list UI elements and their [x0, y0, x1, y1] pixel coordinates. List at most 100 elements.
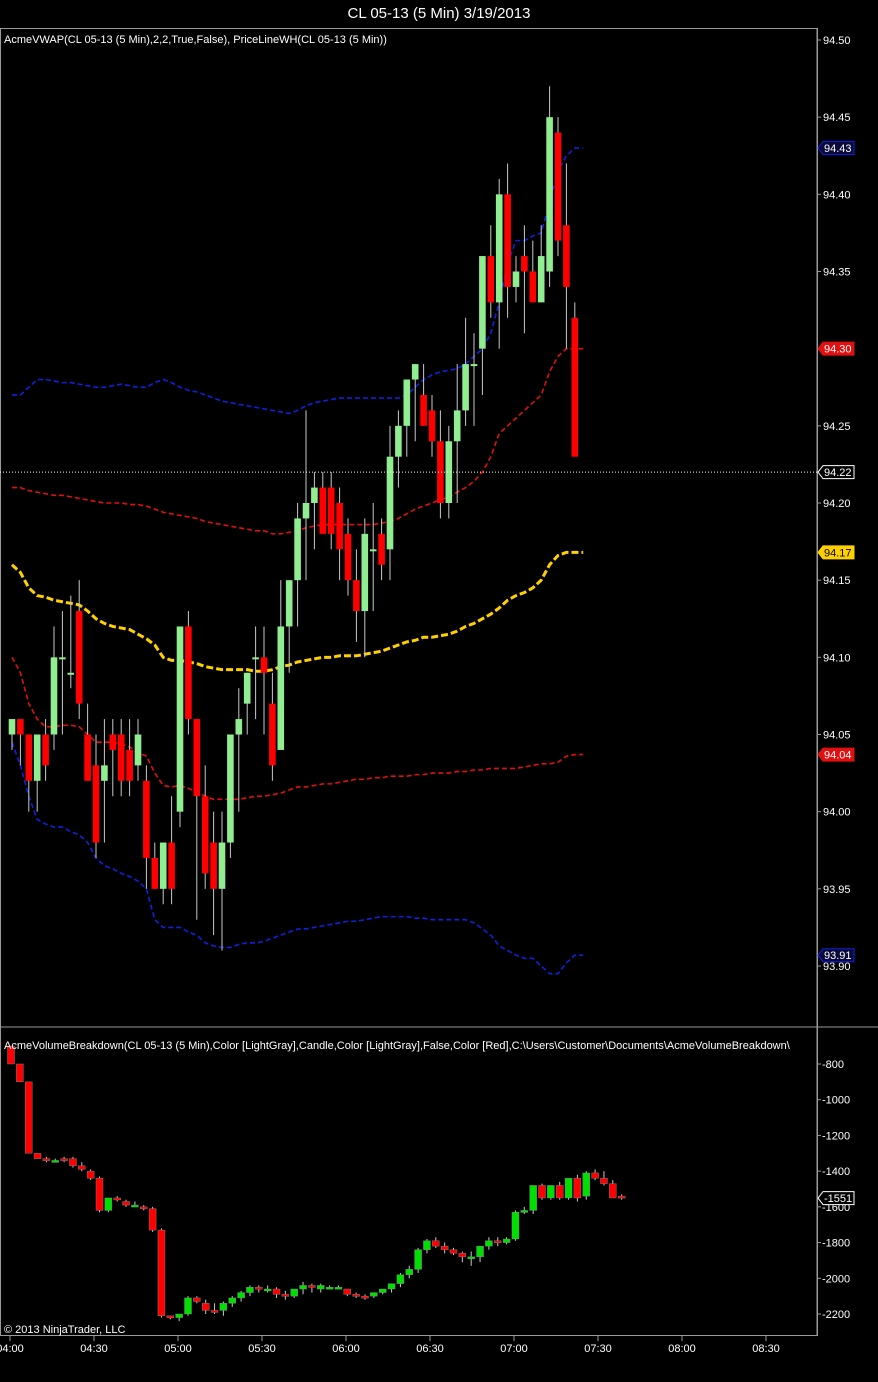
- price-tick-label: 94.00: [823, 807, 851, 819]
- chart-svg[interactable]: 94.50 94.45 94.40 94.35 94.30 94.25 94.20 94.15…: [0, 0, 878, 1382]
- volume-candle-body: [556, 1185, 564, 1199]
- volume-candle-body: [538, 1185, 546, 1199]
- volume-candle-body: [113, 1197, 121, 1201]
- volume-tick-label: -1400: [822, 1166, 850, 1178]
- volume-candle-body: [140, 1206, 148, 1210]
- volume-candle-body: [157, 1229, 166, 1316]
- volume-tick-label: -1800: [822, 1238, 850, 1250]
- volume-candle-body: [228, 1297, 236, 1304]
- price-tick-label: 94.20: [823, 498, 851, 510]
- price-candle-body: [227, 734, 234, 843]
- price-candle-body: [395, 425, 402, 457]
- volume-candle-body: [600, 1178, 608, 1184]
- price-marker-label: 94.22: [824, 467, 852, 479]
- volume-candle-body: [33, 1153, 42, 1159]
- price-candle-body: [8, 719, 16, 735]
- price-tick-label: 94.05: [823, 730, 851, 742]
- price-candle-body: [109, 734, 117, 750]
- price-candle-body: [101, 765, 108, 781]
- price-tick-label: 94.45: [823, 112, 851, 124]
- volume-candle-body: [564, 1178, 573, 1199]
- price-candle-body: [201, 796, 209, 874]
- volume-candle-body: [299, 1285, 307, 1290]
- price-marker-label: 94.30: [824, 344, 852, 356]
- time-tick-label: 07:30: [584, 1343, 612, 1355]
- volume-candle-body: [60, 1158, 68, 1161]
- volume-tick-label: -2200: [822, 1309, 850, 1321]
- price-candle-body: [554, 132, 562, 241]
- volume-candle-body: [201, 1303, 210, 1311]
- volume-tick-label: -2000: [822, 1273, 850, 1285]
- price-candle-body: [159, 842, 167, 889]
- price-candle-body: [42, 734, 49, 766]
- price-candle-body: [84, 734, 91, 781]
- price-candle-body: [235, 719, 243, 735]
- volume-candle-body: [529, 1185, 537, 1211]
- price-marker-label: 94.04: [824, 750, 852, 762]
- volume-candle-body: [423, 1240, 431, 1250]
- volume-candle-body: [184, 1297, 192, 1315]
- volume-candle-body: [69, 1158, 77, 1166]
- time-tick-label: 05:00: [164, 1343, 192, 1355]
- price-candle-body: [563, 225, 570, 287]
- price-candle-body: [59, 657, 66, 660]
- price-candle-body: [428, 410, 436, 442]
- volume-candle-body: [379, 1288, 387, 1293]
- price-tick-label: 94.40: [823, 189, 851, 201]
- volume-candle-body: [370, 1292, 378, 1297]
- price-candle-body: [537, 256, 545, 303]
- volume-candle-body: [494, 1240, 502, 1243]
- time-tick-label: 04:30: [80, 1343, 108, 1355]
- volume-candle-body: [272, 1288, 281, 1295]
- time-tick-label: 07:00: [500, 1343, 528, 1355]
- price-candle-body: [571, 317, 579, 457]
- price-candle-body: [327, 487, 335, 534]
- price-candle-body: [185, 626, 192, 720]
- price-candle-body: [218, 842, 226, 889]
- volume-candle-body: [511, 1212, 520, 1240]
- price-marker-label: 94.43: [824, 143, 852, 155]
- price-candle-body: [420, 394, 427, 426]
- volume-candle-body: [25, 1081, 33, 1154]
- volume-candle-body: [343, 1288, 351, 1295]
- time-tick-label: 05:30: [248, 1343, 276, 1355]
- price-candle-body: [470, 364, 478, 367]
- price-candle-body: [512, 271, 520, 287]
- price-candle-body: [92, 765, 100, 843]
- price-candle-body: [302, 503, 310, 519]
- price-candle-body: [151, 857, 159, 889]
- price-candle-body: [344, 533, 352, 581]
- volume-candle-body: [255, 1287, 263, 1290]
- price-candle-body: [453, 410, 461, 442]
- volume-candle-body: [352, 1294, 360, 1297]
- volume-candle-body: [325, 1287, 334, 1290]
- price-candle-body: [143, 780, 150, 858]
- volume-candle-body: [86, 1170, 95, 1179]
- price-candle-body: [487, 256, 495, 303]
- volume-candle-body: [51, 1160, 59, 1163]
- volume-candle-body: [210, 1310, 219, 1313]
- price-candle-body: [294, 518, 301, 581]
- price-marker-label: 94.17: [824, 547, 852, 559]
- price-candle-body: [361, 533, 369, 612]
- time-tick-label: 08:00: [668, 1343, 696, 1355]
- volume-candle-body: [547, 1185, 555, 1199]
- volume-candle-body: [122, 1201, 130, 1206]
- volume-candle-body: [387, 1283, 396, 1290]
- price-tick-label: 94.35: [823, 267, 851, 279]
- time-tick-label: 04:00: [0, 1343, 24, 1355]
- price-tick-label: 94.25: [823, 421, 851, 433]
- price-candle-body: [117, 734, 125, 781]
- price-candle-body: [353, 580, 360, 612]
- volume-candle-body: [166, 1315, 175, 1318]
- volume-candle-body: [42, 1158, 51, 1161]
- price-tick-label: 93.95: [823, 884, 851, 896]
- price-candle-body: [210, 842, 217, 889]
- volume-candle-body: [485, 1240, 493, 1247]
- volume-candle-body: [591, 1172, 599, 1179]
- volume-tick-label: -800: [822, 1059, 844, 1071]
- price-panel-label: AcmeVWAP(CL 05-13 (5 Min),2,2,True,False…: [4, 34, 387, 46]
- price-marker-label: 93.91: [824, 950, 852, 962]
- volume-candle-body: [440, 1245, 449, 1250]
- price-candle-body: [285, 580, 293, 627]
